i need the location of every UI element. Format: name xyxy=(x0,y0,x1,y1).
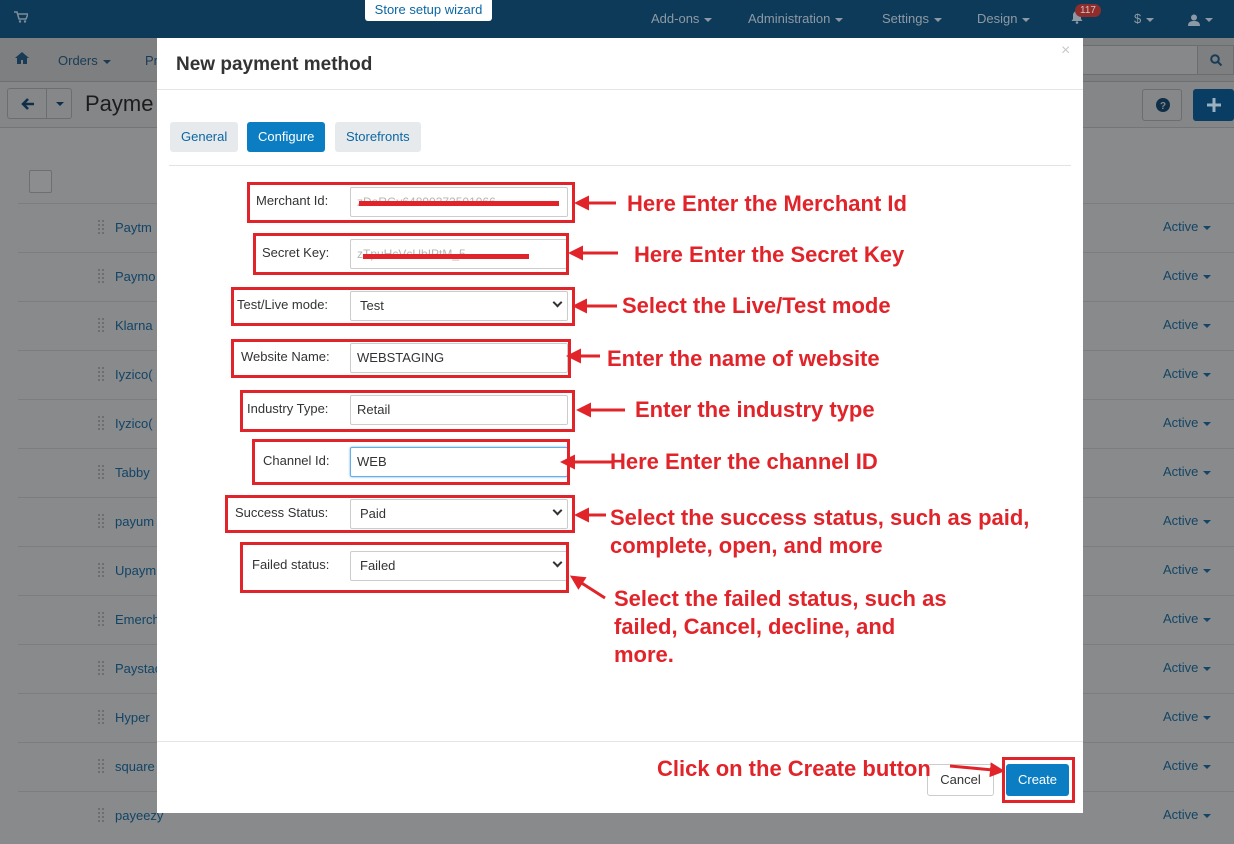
annotation-arrows xyxy=(560,195,1005,778)
arrow-failed xyxy=(569,575,606,600)
annotation-channel: Here Enter the channel ID xyxy=(610,449,878,474)
annotation-mode: Select the Live/Test mode xyxy=(622,293,891,318)
annotation-industry: Enter the industry type xyxy=(635,397,875,422)
annotation-website: Enter the name of website xyxy=(607,346,880,371)
annotation-failed-line1: Select the failed status, such as xyxy=(614,586,947,611)
annotation-merchant-id: Here Enter the Merchant Id xyxy=(627,191,907,216)
annotation-success-line2: complete, open, and more xyxy=(610,533,883,558)
annotation-secret-key: Here Enter the Secret Key xyxy=(634,242,905,267)
annotation-create: Click on the Create button xyxy=(657,756,931,781)
annotation-failed-line3: more. xyxy=(614,642,674,667)
annotation-success-line1: Select the success status, such as paid, xyxy=(610,505,1030,530)
arrow-create xyxy=(949,762,1005,778)
annotation-failed-line2: failed, Cancel, decline, and xyxy=(614,614,896,639)
